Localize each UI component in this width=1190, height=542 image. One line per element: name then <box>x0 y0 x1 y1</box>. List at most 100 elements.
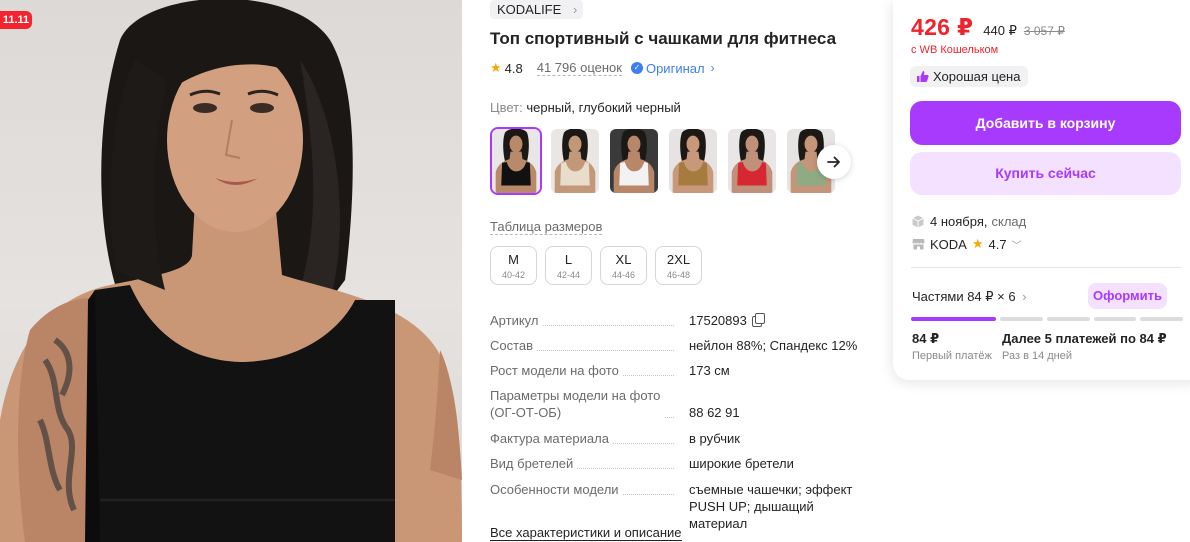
rest-payments-amount: Далее 5 платежей по 84 ₽ <box>1002 331 1167 346</box>
size-range: 42-44 <box>556 270 581 280</box>
color-swatch-beige[interactable] <box>549 127 601 195</box>
swatch-thumbnail <box>669 129 717 193</box>
color-swatch-red[interactable] <box>726 127 778 195</box>
all-specs-link[interactable]: Все характеристики и описание <box>490 525 682 541</box>
color-swatch-black[interactable] <box>490 127 542 195</box>
box-icon <box>912 215 924 228</box>
spec-value: 17520893 <box>689 313 747 328</box>
brand-link[interactable]: KODALIFE › <box>490 0 584 19</box>
swatch-thumbnail <box>551 129 599 193</box>
product-photo[interactable]: 11.11 <box>0 0 462 542</box>
price-card: 426 ₽ 440 ₽ 3 057 ₽ с WB Кошельком Хорош… <box>893 0 1190 380</box>
spec-value: нейлон 88%; Спандекс 12% <box>689 338 858 353</box>
size-option-m[interactable]: M 40-42 <box>490 246 537 285</box>
spec-value-cell: съемные чашечки; эффект PUSH UP; дышащий… <box>689 481 869 532</box>
swatch-thumbnail <box>492 129 540 193</box>
crossed-price: 3 057 ₽ <box>1023 24 1065 38</box>
delivery-info: 4 ноября, склад <box>912 214 1026 229</box>
spec-key-cell: Фактура материала <box>490 430 680 447</box>
good-price-badge: Хорошая цена <box>910 66 1029 87</box>
spec-value: в рубчик <box>689 431 740 446</box>
add-to-cart-button[interactable]: Добавить в корзину <box>910 101 1181 145</box>
size-range: 40-42 <box>501 270 526 280</box>
product-info: KODALIFE › Топ спортивный с чашками для … <box>490 0 870 542</box>
size-range: 44-46 <box>611 270 636 280</box>
first-payment-label: Первый платёж <box>912 350 992 362</box>
chevron-right-icon: › <box>572 2 578 17</box>
progress-segment <box>1000 317 1043 321</box>
check-badge-icon: ✓ <box>630 62 643 74</box>
copy-icon[interactable] <box>751 313 765 327</box>
rest-payments: Далее 5 платежей по 84 ₽ Раз в 14 дней <box>1002 331 1167 362</box>
product-page: 11.11 KODALIFE › Топ спортивный с чашкам… <box>0 0 1190 542</box>
spec-key: Параметры модели на фото (ОГ-ОТ-ОБ) <box>490 387 665 421</box>
spec-value-cell: 88 62 91 <box>689 404 869 421</box>
price-row: 426 ₽ 440 ₽ 3 057 ₽ <box>911 14 1065 41</box>
store-icon <box>912 239 925 250</box>
reviews-link[interactable]: 41 796 оценок <box>536 60 622 76</box>
wallet-note[interactable]: с WB Кошельком <box>911 44 998 56</box>
progress-segment <box>1093 317 1137 321</box>
color-swatches <box>490 127 837 195</box>
spec-key-cell: Вид бретелей <box>490 455 680 472</box>
model-illustration <box>0 0 462 542</box>
color-value: черный, глубокий черный <box>526 100 681 115</box>
size-selector: M 40-42 L 42-44 XL 44-46 2XL 46-48 <box>490 246 702 285</box>
swatches-next-button[interactable] <box>817 145 851 179</box>
chevron-down-icon: ﹀ <box>1011 240 1022 252</box>
seller-info[interactable]: KODA ★ 4.7 ﹀ <box>912 236 1022 252</box>
spec-value: 173 см <box>689 363 730 378</box>
chevron-right-icon: › <box>1022 289 1027 304</box>
rest-payments-label: Раз в 14 дней <box>1002 350 1073 362</box>
swatch-thumbnail <box>610 129 658 193</box>
installments-link[interactable]: Частями 84 ₽ × 6 › <box>912 289 1027 305</box>
size-option-xl[interactable]: XL 44-46 <box>600 246 647 285</box>
spec-value: широкие бретели <box>689 456 794 471</box>
spec-key: Рост модели на фото <box>490 363 623 378</box>
brand-name: KODALIFE <box>497 2 562 17</box>
star-icon: ★ <box>490 60 502 75</box>
size-option-l[interactable]: L 42-44 <box>545 246 592 285</box>
spec-key: Состав <box>490 338 538 353</box>
current-price: 426 ₽ <box>911 14 974 40</box>
spec-value-cell: 17520893 <box>689 312 869 329</box>
color-swatch-brown[interactable] <box>667 127 719 195</box>
rating-row: ★ 4.8 41 796 оценок ✓ Оригинал › <box>490 60 715 76</box>
spec-key-cell: Рост модели на фото <box>490 362 680 379</box>
progress-segment <box>1047 317 1090 321</box>
spec-value-cell: широкие бретели <box>689 455 869 472</box>
chevron-right-icon: › <box>710 61 715 75</box>
color-line: Цвет: черный, глубокий черный <box>490 100 681 115</box>
product-title: Топ спортивный с чашками для фитнеса <box>490 29 837 48</box>
first-payment-amount: 84 ₽ <box>912 331 940 346</box>
color-label: Цвет: <box>490 100 523 115</box>
seller-rating: 4.7 <box>988 236 1007 252</box>
spec-key: Артикул <box>490 313 543 328</box>
delivery-date: 4 ноября, <box>930 214 988 229</box>
progress-segment-paid <box>911 317 997 321</box>
progress-segment <box>1140 317 1184 321</box>
checkout-installments-button[interactable]: Оформить <box>1088 283 1167 309</box>
size-table-link[interactable]: Таблица размеров <box>490 219 603 235</box>
size-label: M <box>508 252 519 267</box>
divider <box>911 267 1181 268</box>
spec-key: Особенности модели <box>490 482 623 497</box>
size-label: 2XL <box>666 252 691 267</box>
spec-key-cell: Состав <box>490 337 680 354</box>
original-link[interactable]: Оригинал <box>646 61 705 76</box>
buy-now-button[interactable]: Купить сейчас <box>910 152 1181 195</box>
spec-key: Вид бретелей <box>490 456 578 471</box>
size-range: 46-48 <box>666 270 691 280</box>
spec-value: съемные чашечки; эффект PUSH UP; дышащий… <box>689 482 853 531</box>
spec-key: Фактура материала <box>490 431 613 446</box>
spec-key-cell: Параметры модели на фото (ОГ-ОТ-ОБ) <box>490 387 680 421</box>
spec-value-cell: в рубчик <box>689 430 869 447</box>
spec-value: 88 62 91 <box>689 405 740 420</box>
installments-label: Частями 84 ₽ × 6 <box>912 289 1016 304</box>
spec-key-cell: Особенности модели <box>490 481 680 498</box>
spec-key-cell: Артикул <box>490 312 680 329</box>
star-icon: ★ <box>971 236 984 251</box>
color-swatch-white[interactable] <box>608 127 660 195</box>
size-option-2xl[interactable]: 2XL 46-48 <box>655 246 702 285</box>
old-price: 440 ₽ <box>983 23 1017 38</box>
